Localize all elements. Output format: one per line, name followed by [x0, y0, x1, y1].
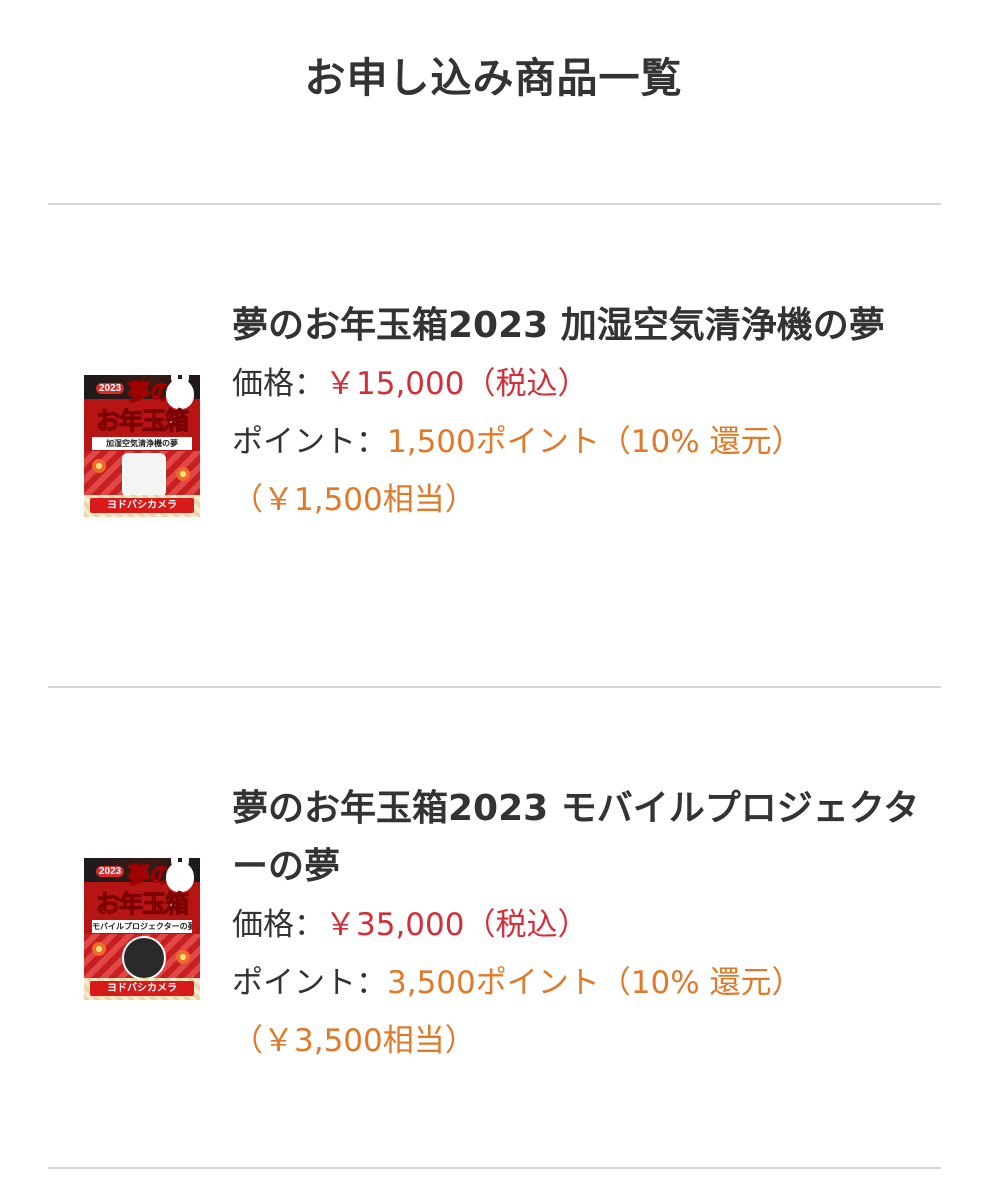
- points-label: ポイント：: [232, 424, 387, 460]
- thumb-year-badge: 2023: [96, 866, 125, 877]
- thumb-product-band: モバイルプロジェクターの夢: [92, 920, 192, 933]
- product-item[interactable]: 2023 夢の お年玉箱 モバイルプロジェクターの夢 ヨドバシカメラ 夢のお年玉…: [0, 688, 987, 1168]
- points-label: ポイント：: [232, 965, 387, 1001]
- points-yen-row: （￥1,500相当）: [232, 471, 922, 529]
- price-label: 価格：: [232, 907, 325, 943]
- price-value: ￥35,000（税込）: [325, 907, 589, 943]
- points-row: ポイント：3,500ポイント（10% 還元）: [232, 954, 922, 1012]
- price-label: 価格：: [232, 366, 325, 402]
- points-value: 3,500ポイント（10% 還元）: [387, 965, 803, 1001]
- product-name[interactable]: 夢のお年玉箱2023 モバイルプロジェクターの夢: [232, 780, 922, 896]
- rabbit-icon: [166, 375, 194, 409]
- points-row: ポイント：1,500ポイント（10% 還元）: [232, 413, 922, 471]
- points-value: 1,500ポイント（10% 還元）: [387, 424, 803, 460]
- thumb-brand-logo: ヨドバシカメラ: [90, 498, 194, 513]
- projector-image: [122, 936, 166, 980]
- product-name[interactable]: 夢のお年玉箱2023 加湿空気清浄機の夢: [232, 297, 922, 355]
- price-row: 価格：￥35,000（税込）: [232, 896, 922, 954]
- thumb-product-band: 加湿空気清浄機の夢: [92, 437, 192, 450]
- product-thumbnail[interactable]: 2023 夢の お年玉箱 加湿空気清浄機の夢 ヨドバシカメラ: [84, 375, 200, 517]
- rabbit-icon: [166, 858, 194, 892]
- points-yen-row: （￥3,500相当）: [232, 1012, 922, 1070]
- product-thumbnail[interactable]: 2023 夢の お年玉箱 モバイルプロジェクターの夢 ヨドバシカメラ: [84, 858, 200, 1000]
- points-yen-value: （￥3,500相当）: [232, 1023, 476, 1059]
- thumb-otoshidama-text: お年玉箱: [96, 890, 190, 918]
- price-row: 価格：￥15,000（税込）: [232, 355, 922, 413]
- air-purifier-image: [122, 453, 166, 497]
- page-title: お申し込み商品一覧: [304, 54, 683, 102]
- product-info: 夢のお年玉箱2023 加湿空気清浄機の夢 価格：￥15,000（税込） ポイント…: [232, 297, 922, 529]
- points-yen-value: （￥1,500相当）: [232, 482, 476, 518]
- product-info: 夢のお年玉箱2023 モバイルプロジェクターの夢 価格：￥35,000（税込） …: [232, 780, 922, 1070]
- flower-icon: [176, 467, 190, 481]
- thumb-otoshidama-text: お年玉箱: [96, 407, 190, 435]
- flower-icon: [176, 950, 190, 964]
- thumb-year-badge: 2023: [96, 383, 125, 394]
- thumb-brand-logo: ヨドバシカメラ: [90, 981, 194, 996]
- divider: [48, 1167, 941, 1169]
- price-value: ￥15,000（税込）: [325, 366, 589, 402]
- product-item[interactable]: 2023 夢の お年玉箱 加湿空気清浄機の夢 ヨドバシカメラ 夢のお年玉箱202…: [0, 205, 987, 685]
- flower-icon: [92, 459, 106, 473]
- flower-icon: [92, 942, 106, 956]
